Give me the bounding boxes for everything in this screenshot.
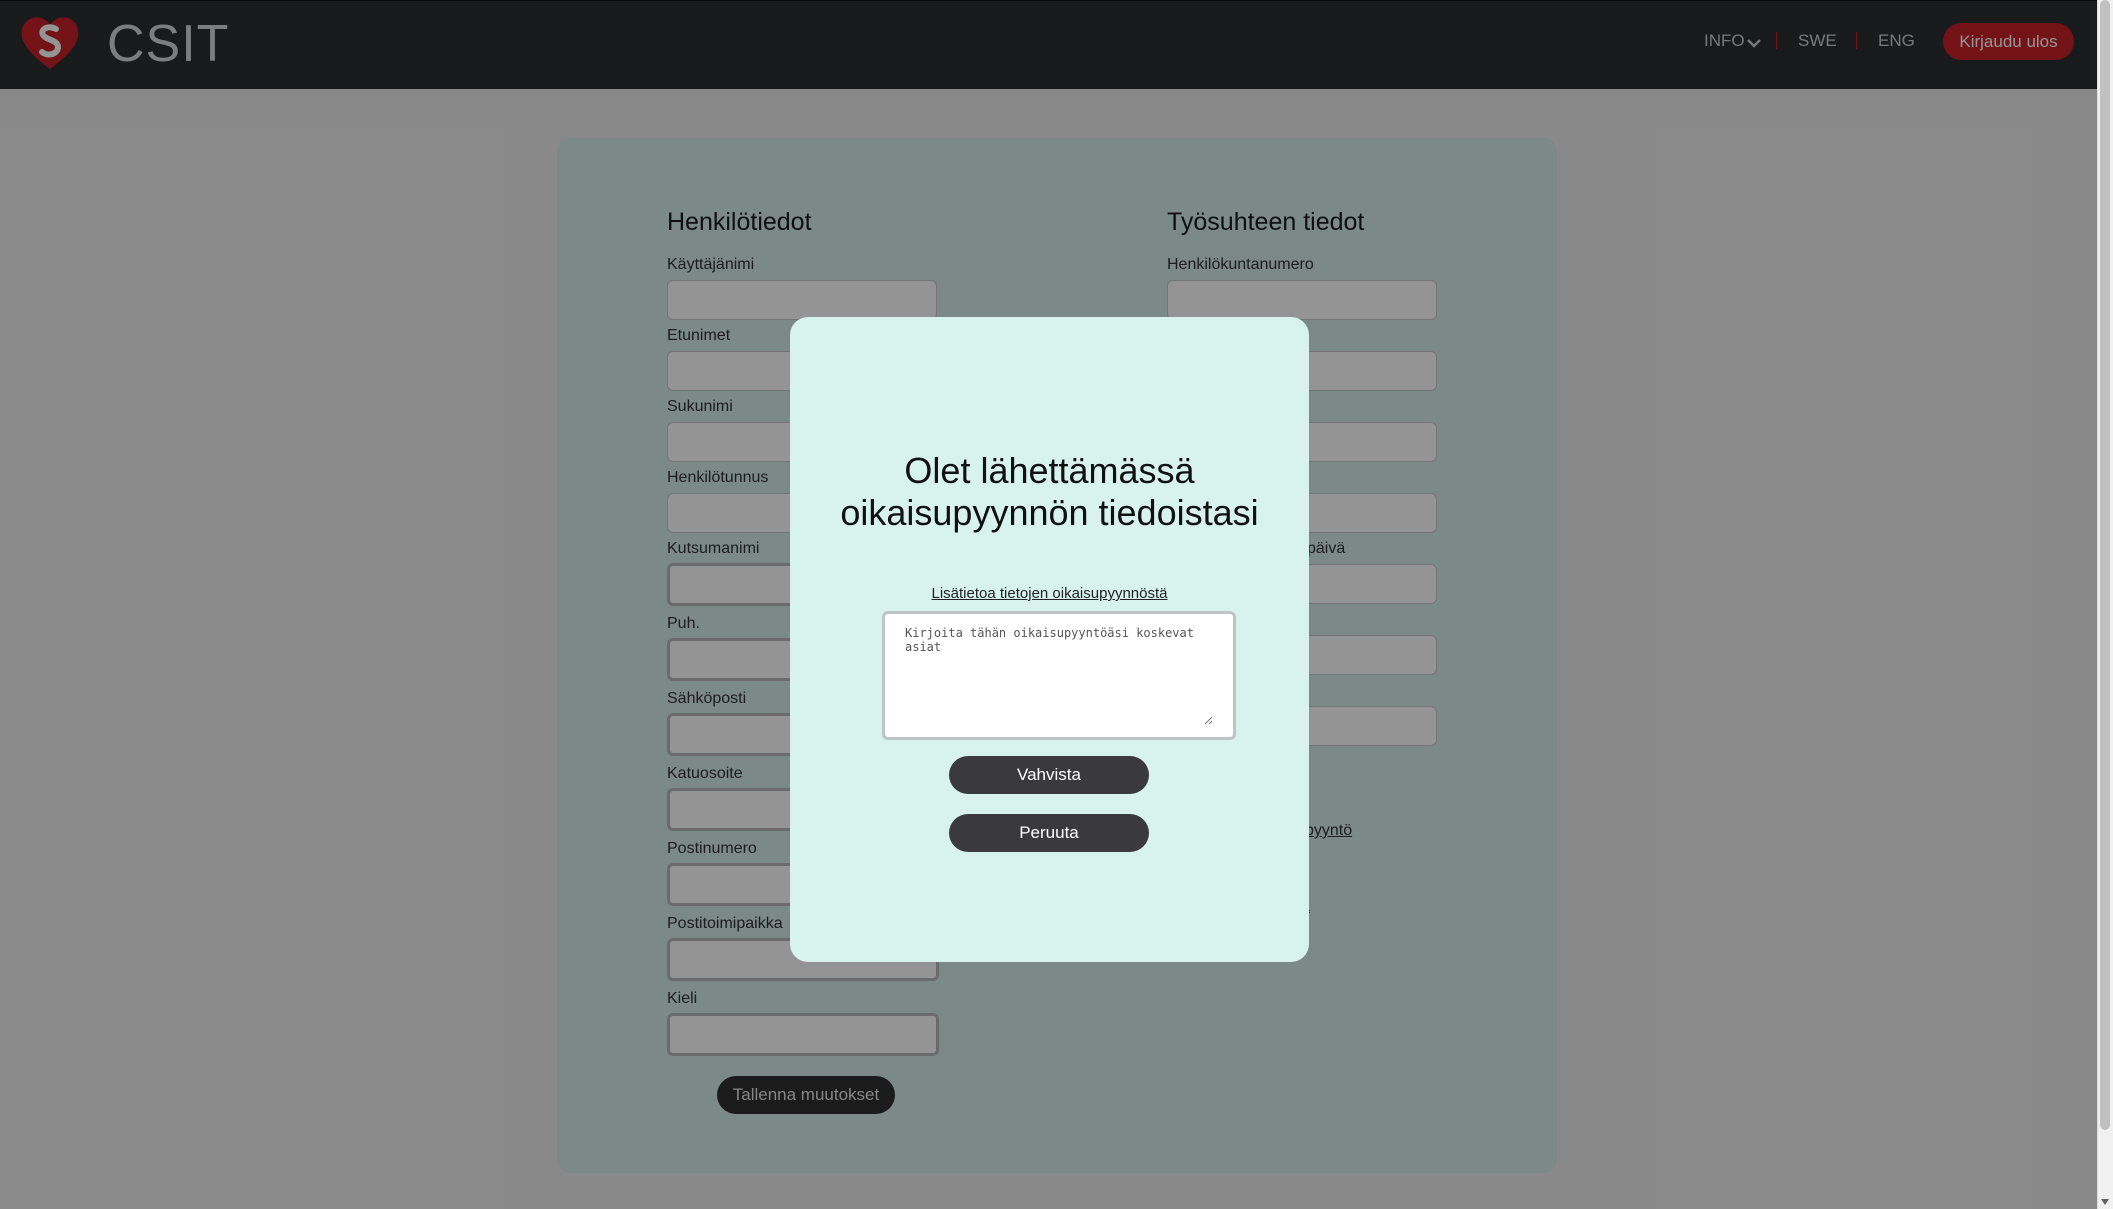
confirm-button[interactable]: Vahvista [949, 756, 1149, 794]
scrollbar-thumb[interactable] [2100, 0, 2110, 1130]
correction-request-modal: Olet lähettämässä oikaisupyynnön tiedois… [790, 317, 1309, 962]
scroll-down-arrow-icon[interactable] [2101, 1199, 2109, 1205]
correction-info-link[interactable]: Lisätietoa tietojen oikaisupyynnöstä [790, 585, 1309, 602]
resize-grip-icon[interactable] [1203, 715, 1213, 725]
page-scrollbar[interactable] [2097, 0, 2113, 1209]
modal-title: Olet lähettämässä oikaisupyynnön tiedois… [840, 450, 1259, 533]
correction-request-textarea[interactable] [882, 611, 1236, 740]
cancel-button[interactable]: Peruuta [949, 814, 1149, 852]
